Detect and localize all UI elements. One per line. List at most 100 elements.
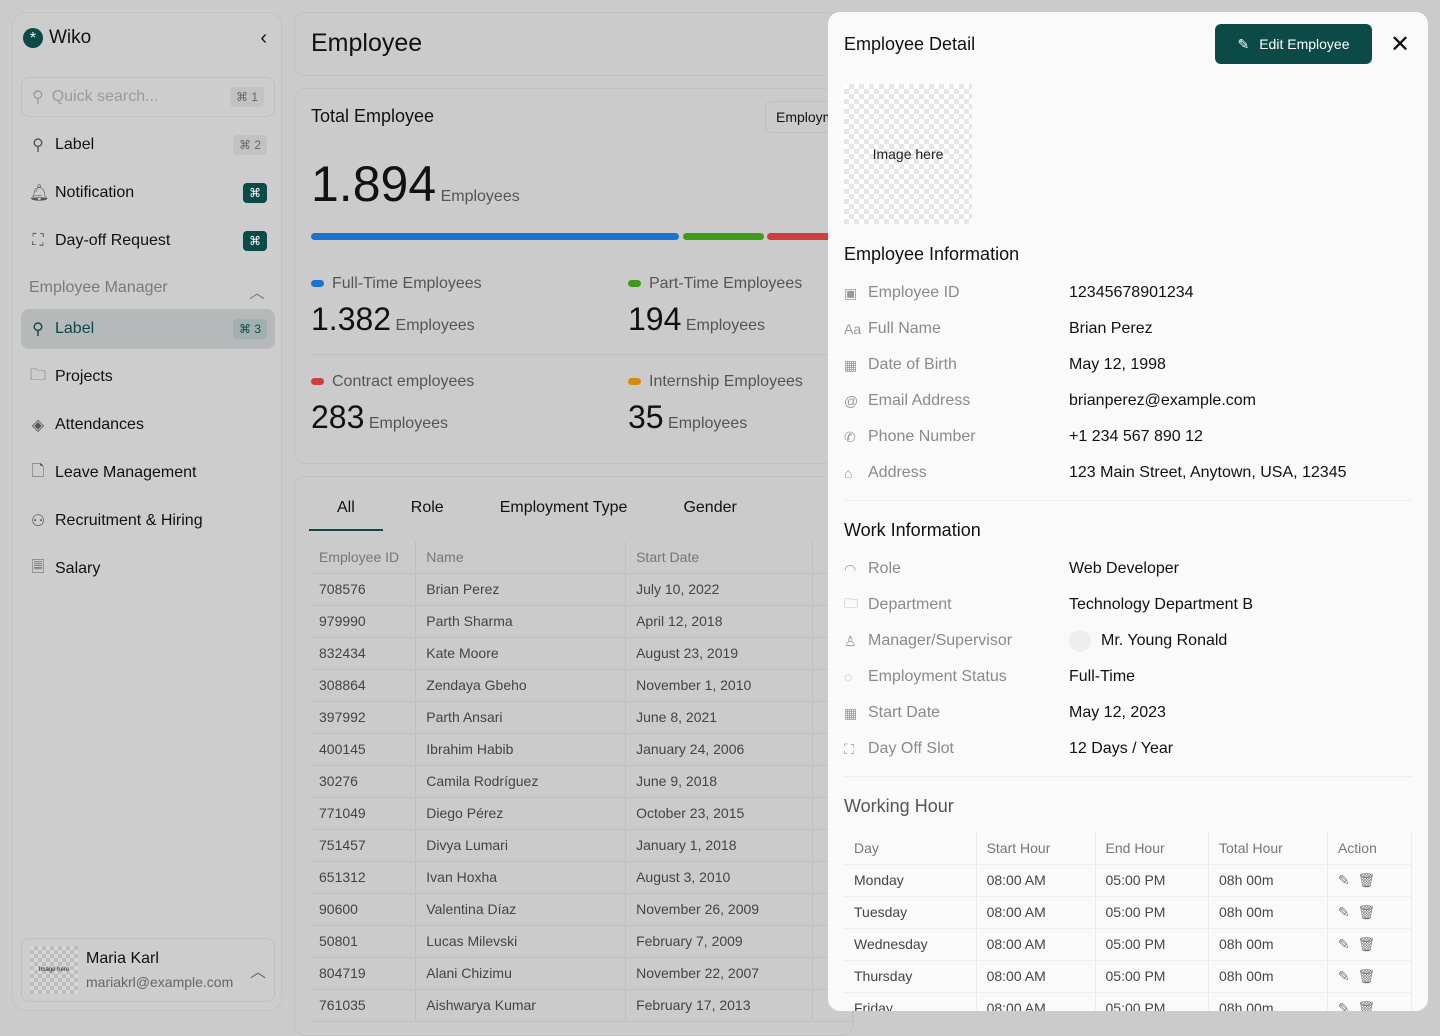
calendar-icon: ▦ (844, 356, 858, 373)
value-text: Web Developer (1069, 560, 1179, 577)
table-cell: Parth Ansari (415, 701, 627, 734)
table-cell: 08h 00m (1208, 960, 1328, 993)
tab-role[interactable]: Role (383, 495, 472, 531)
table-cell: 05:00 PM (1095, 928, 1210, 961)
card-title: Total Employee (311, 106, 435, 126)
total-value: 1.894 (311, 156, 437, 212)
table-cell: November 26, 2009 (625, 893, 814, 926)
sidebar-item-label-active[interactable]: ⚲ Label ⌘ 3 (21, 309, 275, 349)
table-row[interactable]: 771049 Diego Pérez October 23, 2015 (309, 797, 853, 830)
pencil-icon[interactable]: ✎ (1338, 936, 1350, 952)
table-row[interactable]: 308864 Zendaya Gbeho November 1, 2010 (309, 669, 853, 702)
user-plus-icon: ⚇ (30, 513, 46, 530)
pencil-icon[interactable]: ✎ (1338, 968, 1350, 984)
search-icon: ⚲ (32, 89, 44, 106)
field-label: ♙ Manager/Supervisor (844, 632, 1069, 650)
table-row[interactable]: 804719 Alani Chizimu November 22, 2007 (309, 957, 853, 990)
employee-detail-panel: Employee Detail ✎ Edit Employee ✕ Image h… (828, 12, 1428, 1011)
field-value: 123 Main Street, Anytown, USA, 12345 (1069, 464, 1347, 482)
stat-internship: Internship Employees 35 Employees (628, 373, 803, 436)
pencil-icon[interactable]: ✎ (1338, 1000, 1350, 1012)
section-title: Employee Manager (29, 279, 168, 296)
detail-row: ▣ Employee ID 12345678901234 (844, 275, 1404, 311)
search-icon: ⚲ (32, 321, 44, 338)
table-cell: Ibrahim Habib (415, 733, 627, 766)
home-icon: ⌂ (844, 465, 853, 481)
pencil-icon[interactable]: ✎ (1338, 872, 1350, 888)
value-text: May 12, 2023 (1069, 704, 1166, 721)
table-row[interactable]: 979990 Parth Sharma April 12, 2018 (309, 605, 853, 638)
legend-dot (628, 378, 641, 386)
sidebar-item-attendances[interactable]: ◈ Attendances (21, 405, 275, 445)
sidebar-item-day-off-request[interactable]: ⛶ Day-off Request ⌘ (21, 221, 275, 261)
table-cell: Alani Chizimu (415, 957, 627, 990)
detail-row: ✆ Phone Number +1 234 567 890 12 (844, 419, 1404, 455)
table-cell: 05:00 PM (1095, 992, 1210, 1011)
table-row[interactable]: 50801 Lucas Milevski February 7, 2009 (309, 925, 853, 958)
section-employee-manager[interactable]: Employee Manager ︿ (29, 279, 265, 303)
stat-unit: Employees (685, 317, 765, 334)
sidebar-item-projects[interactable]: 🗀 Projects (21, 357, 275, 397)
table-row[interactable]: 761035 Aishwarya Kumar February 17, 2013 (309, 989, 853, 1022)
field-label: 🗀 Department (844, 593, 1069, 617)
table-cell: Brian Perez (415, 573, 627, 606)
field-value: May 12, 1998 (1069, 356, 1166, 374)
employee-table: Employee ID Name Start Date 708576 Brian … (309, 541, 853, 1022)
table-row[interactable]: 90600 Valentina Díaz November 26, 2009 (309, 893, 853, 926)
bar-part-time (683, 233, 764, 240)
field-value: brianperez@example.com (1069, 392, 1256, 410)
edit-employee-button[interactable]: ✎ Edit Employee (1215, 24, 1372, 64)
text-icon: Aa (844, 321, 862, 337)
legend-dot (628, 280, 641, 288)
table-cell: 979990 (309, 605, 417, 638)
table-row[interactable]: 832434 Kate Moore August 23, 2019 (309, 637, 853, 670)
trash-icon[interactable]: 🗑︎ (1357, 872, 1375, 888)
tab-gender[interactable]: Gender (655, 495, 764, 531)
collapse-sidebar-button[interactable]: ‹ (260, 27, 267, 50)
field-value: Full-Time (1069, 668, 1135, 686)
section-title: Working Hour (844, 796, 954, 816)
field-label: ✆ Phone Number (844, 428, 1069, 446)
sidebar-item-leave-management[interactable]: 🗋 Leave Management (21, 453, 275, 493)
table-row[interactable]: 708576 Brian Perez July 10, 2022 (309, 573, 853, 606)
brand: * Wiko (23, 27, 91, 49)
table-row[interactable]: 400145 Ibrahim Habib January 24, 2006 (309, 733, 853, 766)
close-icon[interactable]: ✕ (1390, 30, 1410, 59)
field-value: +1 234 567 890 12 (1069, 428, 1203, 446)
table-row[interactable]: 30276 Camila Rodríguez June 9, 2018 (309, 765, 853, 798)
field-value: Web Developer (1069, 560, 1179, 578)
sidebar-item-label[interactable]: ⚲ Label ⌘ 2 (21, 125, 275, 165)
trash-icon[interactable]: 🗑︎ (1357, 968, 1375, 984)
table-cell: 90600 (309, 893, 417, 926)
tab-all[interactable]: All (309, 495, 383, 531)
trash-icon[interactable]: 🗑︎ (1357, 1000, 1375, 1012)
table-row[interactable]: 751457 Divya Lumari January 1, 2018 (309, 829, 853, 862)
trash-icon[interactable]: 🗑︎ (1357, 904, 1375, 920)
column-header: Name (415, 541, 627, 574)
user-profile[interactable]: Image here Maria Karl mariakrl@example.co… (21, 938, 275, 1002)
search-icon: ⚲ (32, 137, 44, 154)
chevron-up-icon: ︿ (248, 285, 265, 302)
trash-icon[interactable]: 🗑︎ (1357, 936, 1375, 952)
bar-full-time (311, 233, 679, 240)
table-cell: 08h 00m (1208, 928, 1328, 961)
working-hour-table: Day Start Hour End Hour Total Hour Action Mon… (844, 832, 1413, 1012)
sidebar-item-recruitment[interactable]: ⚇ Recruitment & Hiring (21, 501, 275, 541)
pencil-icon[interactable]: ✎ (1338, 904, 1350, 920)
sidebar-item-salary[interactable]: 🗏 Salary (21, 549, 275, 589)
section-title: Employee Information (844, 244, 1020, 264)
value-text: Full-Time (1069, 668, 1136, 685)
quick-search-input[interactable]: ⚲ Quick search... ⌘ 1 (21, 77, 275, 117)
table-row[interactable]: 397992 Parth Ansari June 8, 2021 (309, 701, 853, 734)
label-text: Date of Birth (868, 356, 957, 373)
shortcut-badge: ⌘ (243, 183, 267, 203)
field-value: 12345678901234 (1069, 284, 1194, 302)
tab-employment-type[interactable]: Employment Type (472, 495, 656, 531)
value-text: 123 Main Street, Anytown, USA, 12345 (1069, 464, 1347, 481)
folder-icon: 🗀 (844, 595, 858, 611)
table-cell: 751457 (309, 829, 417, 862)
table-row[interactable]: 651312 Ivan Hoxha August 3, 2010 (309, 861, 853, 894)
stat-unit: Employees (395, 317, 475, 334)
sidebar-item-notification[interactable]: 🔔︎ Notification ⌘ (21, 173, 275, 213)
value-text: Mr. Young Ronald (1101, 632, 1228, 649)
